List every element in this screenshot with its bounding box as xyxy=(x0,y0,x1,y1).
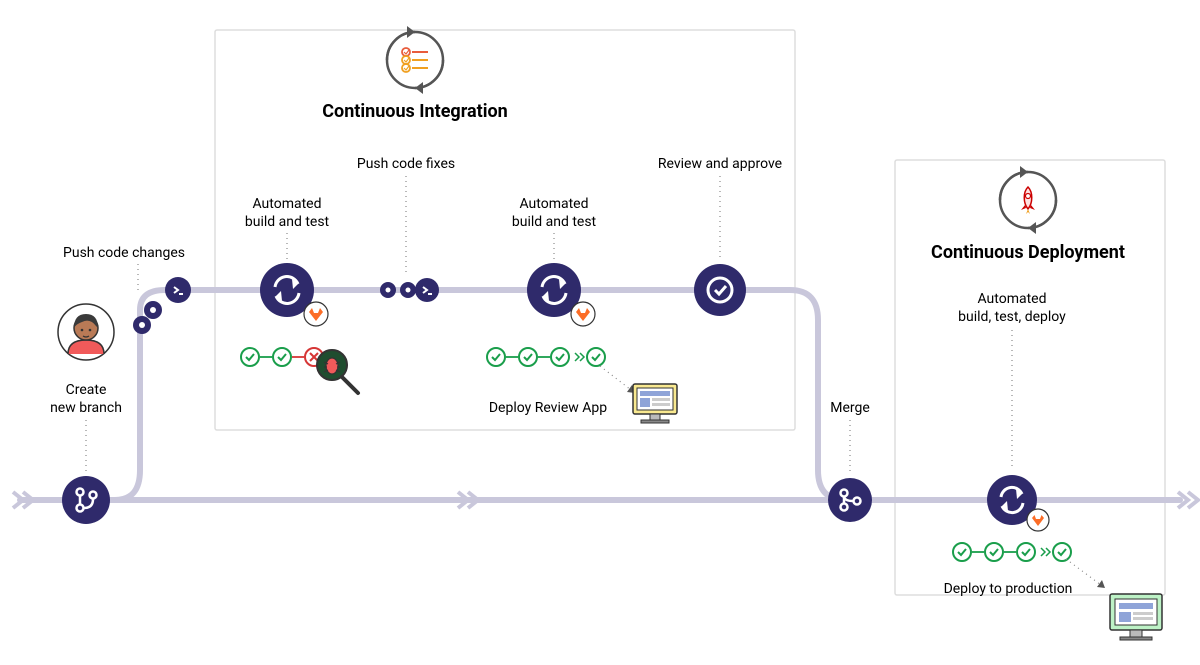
deploy-review-label: Deploy Review App xyxy=(489,400,607,416)
branch-node xyxy=(62,476,110,524)
push-changes-label: Push code changes xyxy=(63,245,185,261)
cd-section-title: Continuous Deployment xyxy=(931,242,1125,263)
status-ok-icon xyxy=(587,348,605,366)
chevrons-right-icon xyxy=(1041,548,1050,556)
status-ok-icon xyxy=(519,348,537,366)
merge-label: Merge xyxy=(830,400,870,416)
status-ok-icon xyxy=(985,543,1003,561)
gitlab-icon xyxy=(304,302,328,326)
bug-magnifier-icon xyxy=(317,350,358,393)
build-test-1-label: Automatedbuild and test xyxy=(245,196,330,230)
ci-section-box xyxy=(215,30,795,430)
monitor-prod-icon xyxy=(1110,594,1162,640)
cycle-rocket-icon xyxy=(1000,166,1056,234)
status-ok-icon xyxy=(241,348,259,366)
approve-node xyxy=(694,264,746,316)
ci-section-title: Continuous Integration xyxy=(322,101,508,122)
monitor-review-icon xyxy=(633,384,677,423)
branch-pipeline-line xyxy=(105,290,845,500)
create-branch-label: Createnew branch xyxy=(50,382,122,416)
status-row-prod xyxy=(953,543,1071,561)
status-row-1 xyxy=(241,348,323,366)
status-ok-icon xyxy=(273,348,291,366)
status-ok-icon xyxy=(953,543,971,561)
build-test-deploy-label: Automatedbuild, test, deploy xyxy=(958,291,1066,325)
user-avatar-icon xyxy=(58,304,114,360)
gitlab-icon xyxy=(1027,509,1049,531)
status-ok-icon xyxy=(1053,543,1071,561)
ci-cd-diagram: Continuous Integration Continuous Deploy… xyxy=(0,0,1200,665)
status-ok-icon xyxy=(487,348,505,366)
status-row-2 xyxy=(487,348,605,366)
cd-section-box xyxy=(895,160,1165,595)
review-approve-label: Review and approve xyxy=(658,156,782,172)
push-terminal-icon xyxy=(415,278,439,302)
status-ok-icon xyxy=(551,348,569,366)
chevrons-right-icon xyxy=(575,353,584,361)
push-terminal-icon xyxy=(165,277,191,303)
push-fixes-label: Push code fixes xyxy=(357,156,455,172)
deploy-prod-label: Deploy to production xyxy=(944,581,1073,597)
arrow-icon xyxy=(13,492,33,508)
cycle-checklist-icon xyxy=(387,26,443,94)
status-ok-icon xyxy=(1017,543,1035,561)
gitlab-icon xyxy=(571,302,595,326)
build-test-2-label: Automatedbuild and test xyxy=(512,196,597,230)
merge-node xyxy=(828,478,872,522)
